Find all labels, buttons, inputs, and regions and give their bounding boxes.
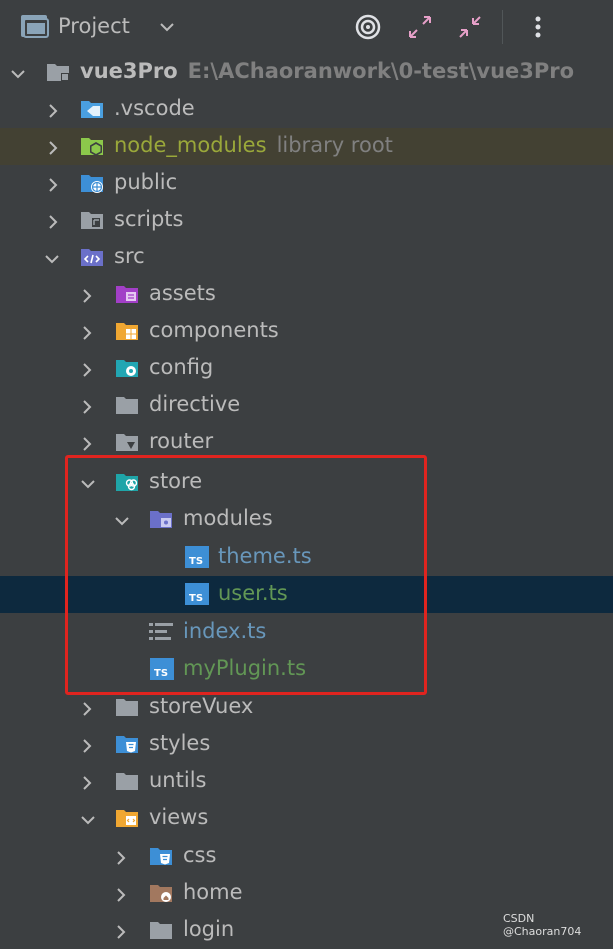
expand-all-icon[interactable] (406, 13, 434, 41)
chevron-right-icon[interactable] (80, 436, 94, 456)
tree-label: styles (149, 731, 211, 755)
chevron-right-icon[interactable] (80, 288, 94, 308)
tree-label: storeVuex (149, 694, 254, 718)
tree-label: public (114, 170, 178, 194)
highlight-box (65, 455, 427, 695)
tree-label: config (149, 355, 214, 379)
tree-label: assets (149, 281, 216, 305)
tree-label: login (183, 917, 235, 941)
chevron-right-icon[interactable] (80, 399, 94, 419)
tree-node-src[interactable]: src (0, 239, 613, 276)
locate-icon[interactable] (354, 13, 382, 41)
tree-label: scripts (114, 207, 184, 231)
watermark: CSDN @Chaoran704 (503, 912, 582, 938)
chevron-right-icon[interactable] (114, 924, 128, 944)
tree-node-assets[interactable]: assets (0, 276, 613, 313)
chevron-right-icon[interactable] (46, 140, 60, 160)
chevron-right-icon[interactable] (46, 177, 60, 197)
tree-label: router (149, 429, 214, 453)
components-folder-icon (115, 320, 139, 342)
chevron-down-icon[interactable] (10, 66, 26, 85)
collapse-all-icon[interactable] (456, 13, 484, 41)
project-toolbar: Project (0, 0, 613, 54)
more-options-icon[interactable] (524, 13, 552, 41)
scripts-folder-icon (80, 209, 104, 231)
tree-label: untils (149, 768, 207, 792)
tree-label: views (149, 805, 209, 829)
chevron-down-icon[interactable] (158, 18, 176, 40)
module-folder-icon (46, 61, 70, 83)
tree-node-styles[interactable]: styles (0, 726, 613, 763)
chevron-right-icon[interactable] (46, 103, 60, 123)
tree-path: E:\AChaoranwork\0-test\vue3Pro (187, 59, 575, 83)
tree-node-public[interactable]: public (0, 165, 613, 202)
source-folder-icon (80, 246, 104, 268)
tree-node-directive[interactable]: directive (0, 387, 613, 424)
chevron-right-icon[interactable] (80, 775, 94, 795)
tree-label: directive (149, 392, 241, 416)
chevron-right-icon[interactable] (80, 701, 94, 721)
tree-node-config[interactable]: config (0, 350, 613, 387)
chevron-right-icon[interactable] (114, 850, 128, 870)
home-folder-icon (149, 882, 173, 904)
chevron-right-icon[interactable] (80, 325, 94, 345)
css-folder-icon (149, 845, 173, 867)
folder-icon (149, 919, 173, 941)
tree-node-vscode[interactable]: .vscode (0, 91, 613, 128)
web-folder-icon (80, 172, 104, 194)
tree-node-views[interactable]: views (0, 800, 613, 837)
chevron-down-icon[interactable] (44, 251, 60, 270)
tree-node-components[interactable]: components (0, 313, 613, 350)
tree-node-vue3pro[interactable]: vue3Pro E:\AChaoranwork\0-test\vue3Pro (0, 54, 613, 91)
tree-node-untils[interactable]: untils (0, 763, 613, 800)
chevron-right-icon[interactable] (114, 887, 128, 907)
tree-label: css (183, 843, 217, 867)
config-folder-icon (115, 357, 139, 379)
toolbar-separator (502, 10, 503, 44)
chevron-right-icon[interactable] (80, 362, 94, 382)
panel-title[interactable]: Project (58, 14, 130, 38)
folder-icon (20, 13, 50, 43)
folder-icon (115, 770, 139, 792)
chevron-right-icon[interactable] (80, 738, 94, 758)
tree-node-scripts[interactable]: scripts (0, 202, 613, 239)
library-root-tag: library root (276, 133, 393, 157)
folder-icon (115, 696, 139, 718)
tree-node-node-modules[interactable]: node_modules library root (0, 128, 613, 165)
node-folder-icon (80, 135, 104, 157)
chevron-right-icon[interactable] (46, 214, 60, 234)
chevron-down-icon[interactable] (80, 812, 96, 831)
tree-label: home (183, 880, 243, 904)
tree-node-home[interactable]: home (0, 875, 613, 912)
tree-label: vue3Pro E:\AChaoranwork\0-test\vue3Pro (80, 59, 575, 83)
vscode-folder-icon (80, 98, 104, 120)
tree-label: components (149, 318, 279, 342)
assets-folder-icon (115, 283, 139, 305)
folder-icon (115, 394, 139, 416)
views-folder-icon (115, 807, 139, 829)
tree-node-css[interactable]: css (0, 838, 613, 875)
tree-label: node_modules library root (114, 133, 393, 157)
styles-folder-icon (115, 733, 139, 755)
tree-label: .vscode (114, 96, 195, 120)
tree-label: src (114, 244, 145, 268)
router-folder-icon (115, 431, 139, 453)
